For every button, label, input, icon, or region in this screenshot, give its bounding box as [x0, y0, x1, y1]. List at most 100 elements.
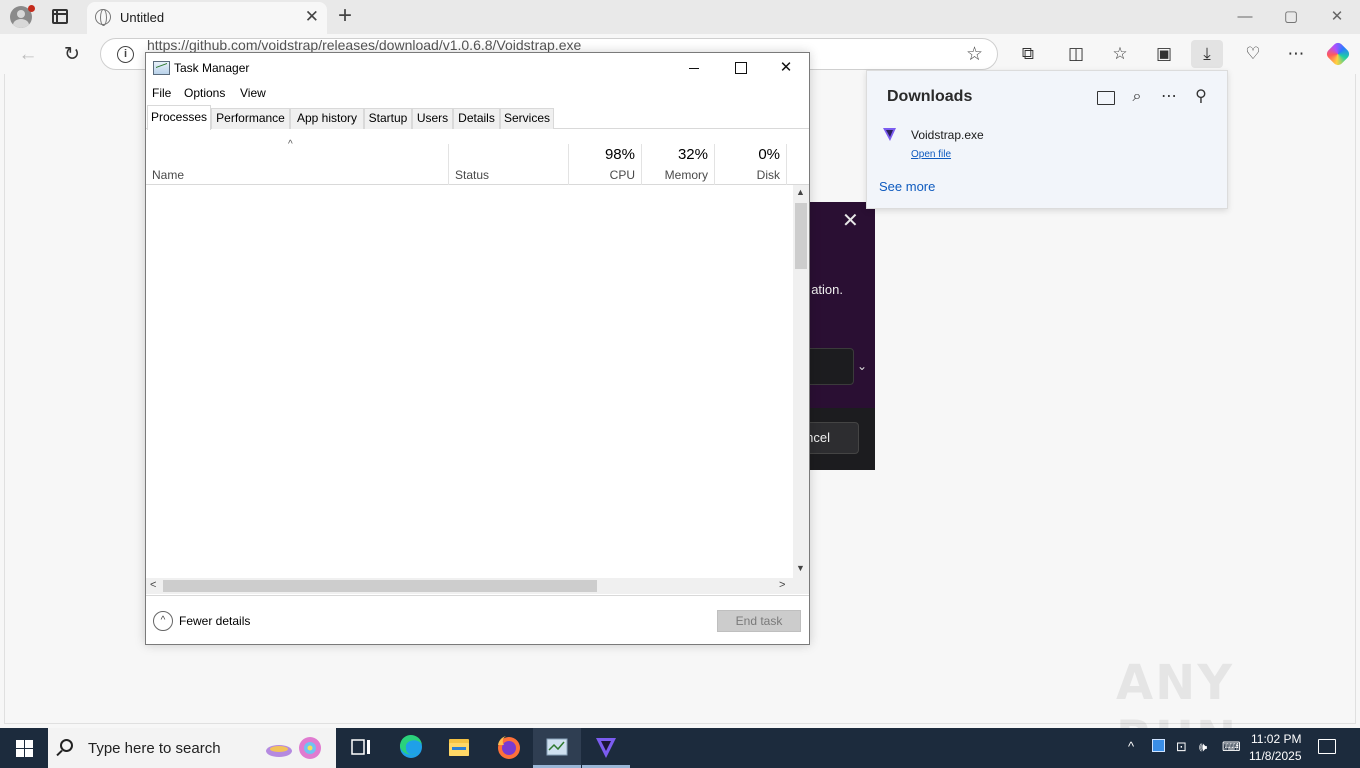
new-tab-icon[interactable]: +	[338, 3, 352, 29]
tab-startup[interactable]: Startup	[364, 108, 412, 129]
taskbar-search-box[interactable]: Type here to search	[48, 728, 336, 768]
more-menu-icon[interactable]: ⋯	[1280, 40, 1312, 68]
column-disk[interactable]: 0% Disk	[714, 144, 787, 185]
vertical-scroll-thumb[interactable]	[795, 203, 807, 269]
scroll-left-arrow-icon[interactable]: <	[150, 579, 156, 591]
firefox-icon	[498, 736, 520, 759]
tab-actions-menu-icon[interactable]	[52, 9, 68, 24]
volume-icon[interactable]: 🕪	[1199, 739, 1207, 755]
cpu-percent: 98%	[604, 146, 635, 163]
windows-logo-icon	[25, 749, 33, 757]
task-manager-tabs: Processes Performance App history Startu…	[146, 105, 809, 130]
horizontal-scrollbar[interactable]: < >	[146, 578, 793, 594]
memory-label: Memory	[664, 168, 708, 182]
search-icon	[60, 739, 73, 752]
taskbar-file-explorer[interactable]	[435, 728, 483, 768]
task-manager-titlebar[interactable]: Task Manager ✕	[146, 53, 809, 83]
favorite-star-icon[interactable]: ☆	[966, 43, 983, 66]
chevron-up-circle-icon[interactable]: ^	[153, 611, 173, 631]
close-button[interactable]: ✕	[763, 53, 809, 83]
browser-essentials-icon[interactable]: ♡	[1237, 40, 1269, 68]
download-file-name[interactable]: Voidstrap.exe	[911, 128, 984, 142]
clock-time[interactable]: 11:02 PM	[1251, 732, 1301, 746]
menu-options[interactable]: Options	[184, 86, 225, 100]
menu-view[interactable]: View	[240, 86, 266, 100]
see-more-link[interactable]: See more	[879, 179, 935, 194]
scroll-up-arrow-icon[interactable]: ▲	[796, 187, 805, 197]
maximize-button[interactable]	[717, 53, 763, 83]
taskbar-task-manager[interactable]	[533, 728, 581, 768]
folder-icon	[449, 739, 469, 756]
process-list-header: ^ Name Status 98% CPU 32% Memory 0% Disk	[146, 130, 809, 185]
fewer-details-link[interactable]: Fewer details	[179, 614, 250, 628]
windows-logo-icon	[16, 749, 24, 757]
pin-icon[interactable]: ⚲	[1189, 85, 1213, 109]
menu-file[interactable]: File	[152, 86, 171, 100]
minimize-button[interactable]	[671, 53, 717, 83]
task-manager-title: Task Manager	[174, 61, 250, 75]
window-restore-button[interactable]: ▢	[1268, 4, 1314, 30]
back-arrow-icon[interactable]: ←	[15, 42, 41, 68]
scroll-down-arrow-icon[interactable]: ▼	[796, 563, 805, 573]
windows-logo-icon	[16, 740, 24, 748]
tab-details[interactable]: Details	[453, 108, 500, 129]
tray-app-icon[interactable]	[1152, 739, 1165, 752]
more-options-icon[interactable]: ⋯	[1157, 85, 1181, 109]
taskbar-firefox[interactable]	[484, 728, 532, 768]
column-status[interactable]: Status	[448, 144, 568, 185]
tab-performance[interactable]: Performance	[211, 108, 290, 129]
search-highlight-art-icon	[266, 737, 321, 759]
show-hidden-icons-chevron-icon[interactable]: ^	[1128, 739, 1134, 754]
open-folder-icon[interactable]	[1093, 85, 1117, 109]
tab-users[interactable]: Users	[412, 108, 453, 129]
task-manager-footer: ^ Fewer details End task	[146, 595, 809, 644]
process-list[interactable]	[146, 186, 793, 578]
language-keyboard-icon[interactable]: ⌨	[1222, 739, 1241, 755]
tab-title: Untitled	[120, 10, 165, 25]
collections-icon[interactable]: ▣	[1148, 40, 1180, 68]
refresh-icon[interactable]: ↻	[59, 42, 85, 68]
browser-tab-bar: Untitled ✕ + — ▢ ✕	[0, 0, 1360, 34]
window-close-button[interactable]: ✕	[1314, 4, 1360, 30]
network-icon[interactable]: ⊡	[1176, 739, 1187, 755]
start-button[interactable]	[0, 728, 48, 768]
end-task-button[interactable]: End task	[717, 610, 801, 632]
memory-percent: 32%	[677, 146, 708, 163]
downloads-icon[interactable]: ⤓	[1191, 40, 1223, 68]
open-file-link[interactable]: Open file	[911, 149, 951, 160]
split-screen-icon[interactable]: ◫	[1060, 40, 1092, 68]
task-manager-window: Task Manager ✕ File Options View Process…	[145, 52, 810, 645]
taskbar-voidstrap[interactable]	[582, 728, 630, 768]
scroll-right-arrow-icon[interactable]: >	[779, 579, 785, 591]
horizontal-scroll-thumb[interactable]	[163, 580, 597, 592]
column-status-label: Status	[455, 168, 490, 182]
browser-tab[interactable]: Untitled ✕	[87, 2, 327, 34]
copilot-icon[interactable]	[1324, 40, 1352, 68]
disk-label: Disk	[756, 168, 780, 182]
favorites-icon[interactable]: ☆	[1104, 40, 1136, 68]
windows-taskbar: Type here to search ^ ⊡ 🕪 ⌨ 11:02 PM 11/…	[0, 728, 1360, 768]
column-name-label: Name	[152, 168, 185, 182]
column-name[interactable]: Name	[146, 144, 448, 185]
column-memory[interactable]: 32% Memory	[641, 144, 714, 185]
tab-app-history[interactable]: App history	[290, 108, 364, 129]
extensions-icon[interactable]: ⧉	[1012, 40, 1044, 68]
installer-close-icon[interactable]: ✕	[842, 208, 859, 233]
task-manager-icon	[546, 738, 568, 756]
vertical-scrollbar[interactable]: ▲ ▼	[793, 185, 809, 579]
taskbar-search-placeholder: Type here to search	[88, 740, 221, 757]
disk-percent: 0%	[758, 146, 780, 163]
column-cpu[interactable]: 98% CPU	[568, 144, 641, 185]
taskbar-edge[interactable]	[387, 728, 435, 768]
notification-center-icon[interactable]	[1318, 739, 1336, 754]
tab-services[interactable]: Services	[500, 108, 554, 129]
task-view-button[interactable]	[336, 728, 384, 768]
window-minimize-button[interactable]: —	[1222, 4, 1268, 30]
chevron-down-icon: ⌄	[857, 359, 868, 373]
tab-close-icon[interactable]: ✕	[305, 7, 319, 27]
site-info-icon[interactable]: i	[117, 46, 134, 63]
clock-date[interactable]: 11/8/2025	[1249, 749, 1302, 763]
tab-processes[interactable]: Processes	[147, 105, 211, 130]
search-icon[interactable]: ⌕	[1125, 85, 1149, 109]
voidstrap-icon	[596, 738, 616, 758]
